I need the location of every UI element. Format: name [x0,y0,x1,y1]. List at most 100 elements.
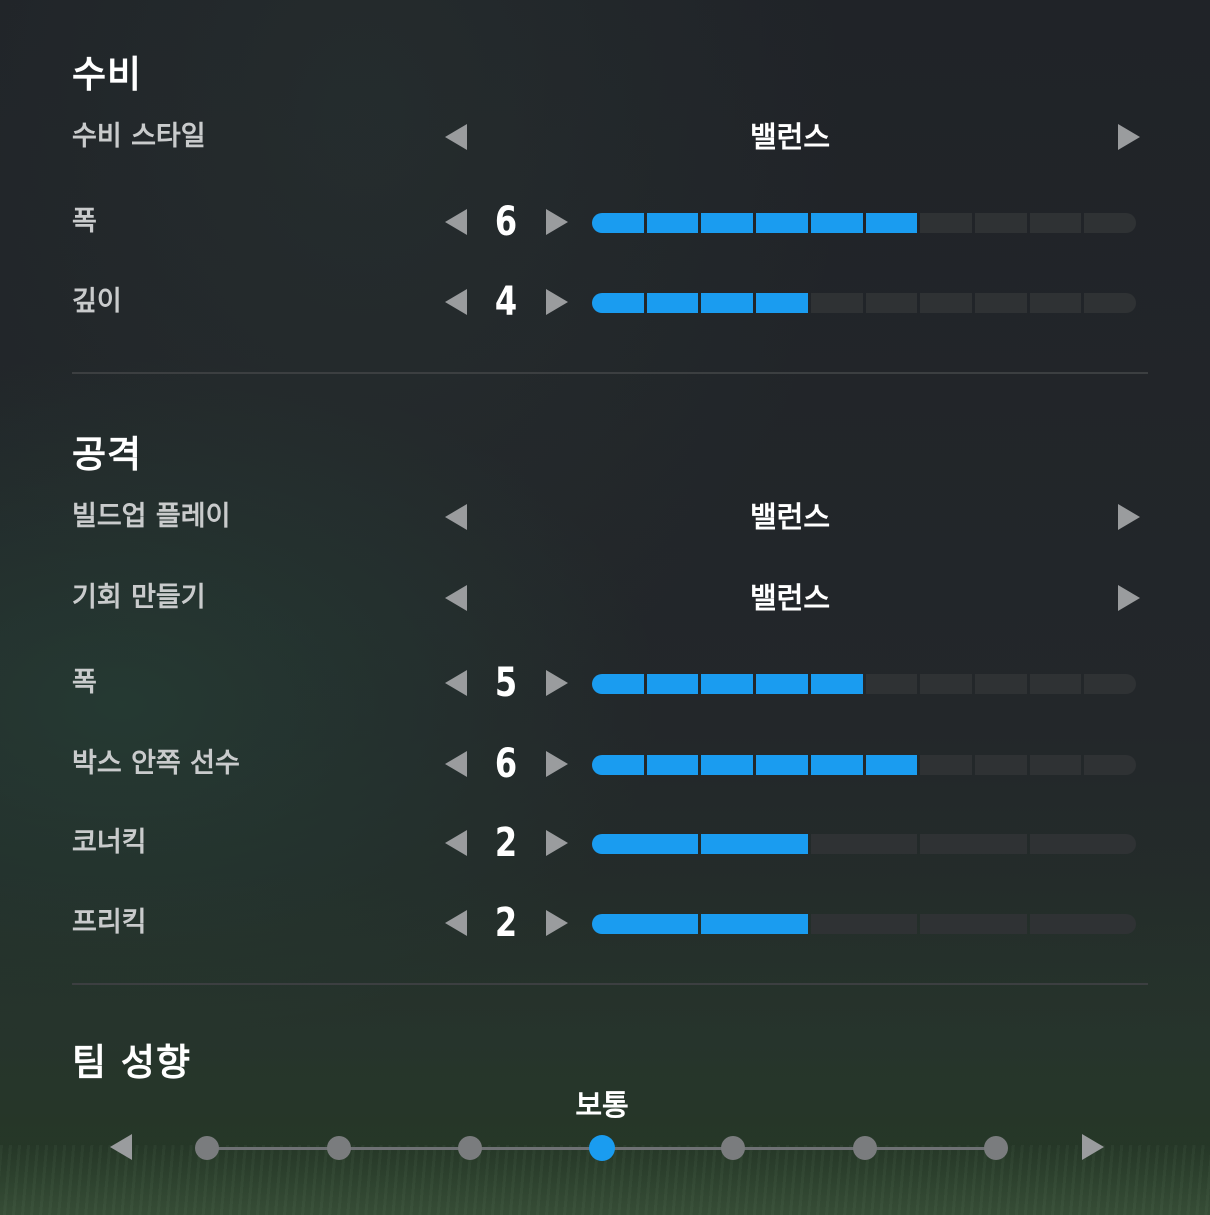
attack-section-title: 공격 [72,433,143,476]
defense-depth-label: 깊이 [72,286,122,317]
level-segment [1029,755,1082,775]
level-segment [592,914,699,934]
level-segment [1029,914,1136,934]
defense-depth-increase-arrow-icon[interactable] [546,289,568,315]
chance-creation-row: 기회 만들기 밸런스 [0,573,1210,623]
level-segment [1084,293,1136,313]
level-segment [646,755,699,775]
level-segment [756,755,808,775]
free-kick-value: 2 [494,900,518,946]
level-segment [974,293,1027,313]
corner-kick-level-bar[interactable] [592,834,1136,854]
level-segment [920,674,972,694]
box-players-value: 6 [494,741,518,787]
level-segment [865,293,918,313]
corner-kick-label: 코너킥 [72,827,147,858]
defense-style-next-arrow-icon[interactable] [1118,124,1140,150]
team-tendency-selected-dot[interactable] [589,1135,615,1161]
team-tendency-dot[interactable] [853,1136,877,1160]
defense-depth-value: 4 [494,279,518,325]
level-segment [646,213,699,233]
level-segment [974,213,1027,233]
level-segment [592,755,644,775]
level-segment [920,755,972,775]
attack-width-level-bar[interactable] [592,674,1136,694]
attack-width-decrease-arrow-icon[interactable] [445,670,467,696]
level-segment [756,293,808,313]
attack-width-increase-arrow-icon[interactable] [546,670,568,696]
team-tendency-dot[interactable] [721,1136,745,1160]
level-segment [810,914,918,934]
level-segment [810,755,863,775]
level-segment [810,213,863,233]
defense-depth-decrease-arrow-icon[interactable] [445,289,467,315]
level-segment [701,834,808,854]
level-segment [756,674,808,694]
free-kick-row: 프리킥 2 [0,898,1210,948]
level-segment [1029,834,1136,854]
level-segment [701,213,754,233]
free-kick-decrease-arrow-icon[interactable] [445,910,467,936]
free-kick-level-bar[interactable] [592,914,1136,934]
level-segment [974,755,1027,775]
defense-width-increase-arrow-icon[interactable] [546,209,568,235]
team-tendency-section-title: 팀 성향 [72,1041,192,1084]
level-segment [592,674,644,694]
team-tendency-dot[interactable] [458,1136,482,1160]
box-players-increase-arrow-icon[interactable] [546,751,568,777]
level-segment [592,293,644,313]
chance-creation-next-arrow-icon[interactable] [1118,585,1140,611]
defense-style-label: 수비 스타일 [72,121,206,152]
box-players-row: 박스 안쪽 선수 6 [0,739,1210,789]
team-tendency-prev-arrow-icon[interactable] [110,1134,132,1160]
level-segment [1029,213,1082,233]
level-segment [920,293,972,313]
level-segment [701,293,754,313]
level-segment [646,674,699,694]
level-segment [701,914,808,934]
team-tendency-next-arrow-icon[interactable] [1082,1134,1104,1160]
level-segment [1029,293,1082,313]
level-segment [810,293,863,313]
level-segment [865,755,918,775]
team-tendency-dot[interactable] [327,1136,351,1160]
corner-kick-increase-arrow-icon[interactable] [546,830,568,856]
chance-creation-label: 기회 만들기 [72,582,206,613]
defense-style-prev-arrow-icon[interactable] [445,124,467,150]
level-segment [920,834,1027,854]
level-segment [1029,674,1082,694]
defense-width-label: 폭 [72,206,97,237]
defense-width-level-bar[interactable] [592,213,1136,233]
chance-creation-prev-arrow-icon[interactable] [445,585,467,611]
chance-creation-value: 밸런스 [749,581,831,615]
level-segment [920,213,972,233]
team-tendency-selected-label: 보통 [575,1088,629,1122]
level-segment [920,914,1027,934]
level-segment [701,674,754,694]
buildup-play-prev-arrow-icon[interactable] [445,504,467,530]
defense-depth-level-bar[interactable] [592,293,1136,313]
section-divider [72,372,1148,374]
level-segment [865,674,918,694]
defense-section-title: 수비 [72,53,143,96]
buildup-play-row: 빌드업 플레이 밸런스 [0,492,1210,542]
box-players-level-bar[interactable] [592,755,1136,775]
defense-depth-row: 깊이 4 [0,277,1210,327]
level-segment [810,674,863,694]
corner-kick-value: 2 [494,820,518,866]
level-segment [592,213,644,233]
corner-kick-row: 코너킥 2 [0,818,1210,868]
corner-kick-decrease-arrow-icon[interactable] [445,830,467,856]
level-segment [646,293,699,313]
level-segment [756,213,808,233]
defense-style-value: 밸런스 [749,120,831,154]
team-tendency-dot[interactable] [984,1136,1008,1160]
defense-width-decrease-arrow-icon[interactable] [445,209,467,235]
team-tendency-dot[interactable] [195,1136,219,1160]
box-players-decrease-arrow-icon[interactable] [445,751,467,777]
level-segment [865,213,918,233]
level-segment [810,834,918,854]
free-kick-increase-arrow-icon[interactable] [546,910,568,936]
defense-width-value: 6 [494,199,518,245]
buildup-play-next-arrow-icon[interactable] [1118,504,1140,530]
